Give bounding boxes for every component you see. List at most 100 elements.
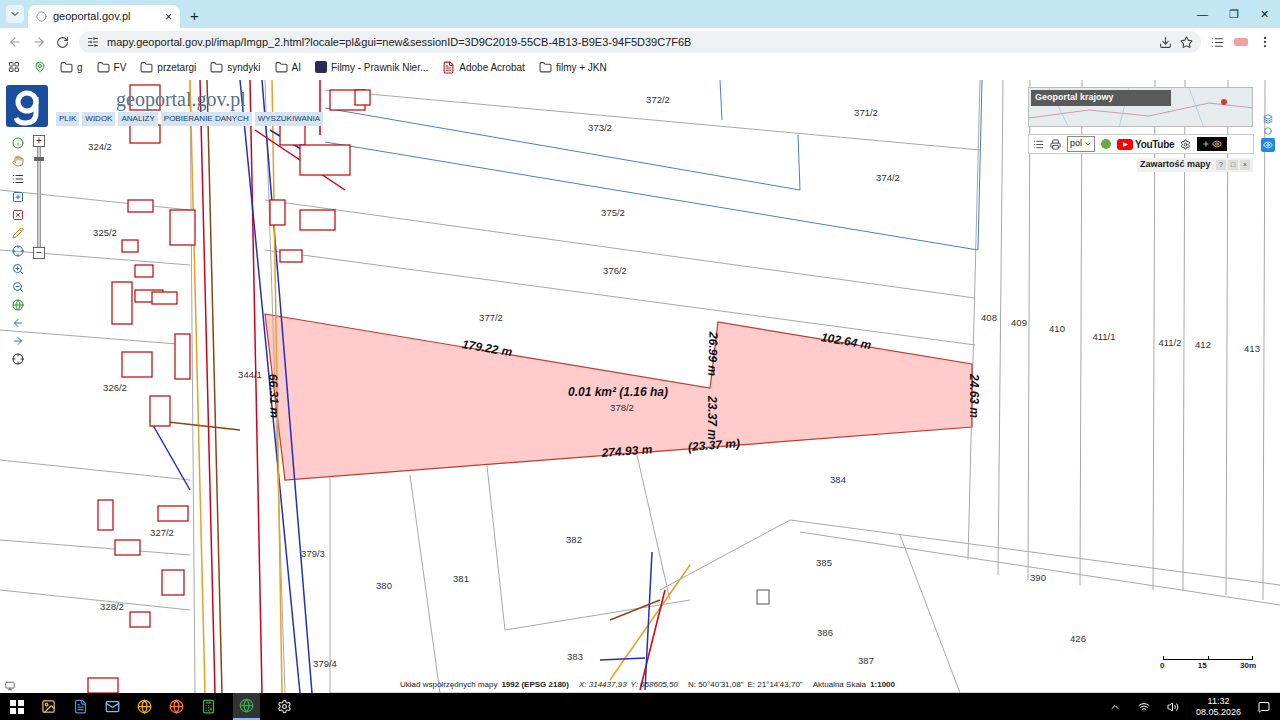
tab-title: geoportal.gov.pl (53, 8, 159, 25)
back-icon[interactable] (8, 35, 22, 49)
measurement-label: 179.22 m (461, 337, 514, 359)
left-toolbar (12, 137, 24, 365)
status-icon[interactable] (5, 681, 15, 691)
pan-icon[interactable] (12, 155, 24, 167)
app-icon[interactable] (41, 699, 56, 714)
dot-icon[interactable] (1264, 127, 1272, 135)
zoning-boundary (325, 142, 978, 250)
help-dot[interactable] (1101, 139, 1111, 149)
clock[interactable]: 11:3208.05.2026 (1196, 696, 1241, 718)
zoom-out-icon[interactable] (12, 281, 24, 293)
parcel-label: 386 (817, 627, 833, 638)
info-icon[interactable] (12, 137, 24, 149)
youtube-link[interactable]: YouTube (1117, 137, 1174, 152)
window-control[interactable]: — (1187, 6, 1218, 23)
bookmark[interactable]: FV (97, 60, 127, 75)
legend-icon[interactable] (1033, 139, 1044, 150)
notification-icon[interactable] (1258, 701, 1270, 713)
window-control[interactable]: ✕ (1249, 6, 1280, 23)
go-button[interactable] (1197, 137, 1227, 151)
tab-bar: geoportal.gov.pl × + —❐✕ (0, 0, 1280, 28)
parcel-boundary (0, 250, 190, 265)
list-icon[interactable] (12, 173, 24, 185)
maps-icon[interactable] (34, 61, 46, 73)
app-icon[interactable] (105, 699, 120, 714)
reload-icon[interactable] (56, 36, 69, 49)
windows-start-icon[interactable] (10, 700, 24, 714)
menu-icon[interactable] (1258, 35, 1272, 49)
parcel-label: 411/1 (1092, 331, 1115, 342)
coordinates-icon[interactable] (12, 245, 24, 257)
menu-item[interactable]: WYSZUKIWANIA (255, 112, 323, 126)
menu-item[interactable]: PLIK (56, 112, 79, 126)
bookmark[interactable]: Filmy - Prawnik Nier... (315, 60, 428, 75)
address-field[interactable]: mapy.geoportal.gov.pl/imap/Imgp_2.html?l… (79, 31, 1201, 53)
scale-bar: 01530m (1160, 656, 1256, 672)
remove-layer-icon[interactable] (12, 209, 24, 221)
browser-tab[interactable]: geoportal.gov.pl × (28, 5, 180, 28)
eye-button[interactable] (1261, 138, 1275, 152)
tab-close[interactable]: × (165, 11, 172, 23)
zoom-thumb[interactable] (34, 157, 44, 161)
forward-icon[interactable] (32, 35, 46, 49)
globe-icon[interactable] (12, 299, 24, 311)
chrome-icon[interactable] (137, 699, 152, 714)
full-extent-icon[interactable] (12, 353, 24, 365)
panel-button[interactable]: × (1240, 160, 1250, 170)
zoom-slider[interactable] (37, 147, 41, 247)
parcel-boundary (1028, 80, 1030, 580)
map-content-panel: Zawartość mapy?□× (1137, 158, 1253, 172)
window-control[interactable]: ❐ (1218, 6, 1249, 23)
bookmark[interactable]: syndyki (210, 60, 260, 75)
zoom-in-icon[interactable] (12, 263, 24, 275)
media-icon[interactable] (1211, 36, 1224, 49)
menu-item[interactable]: POBIERANIE DANYCH (161, 112, 252, 126)
menu-item[interactable]: ANALIZY (118, 112, 157, 126)
app-icon[interactable] (73, 699, 88, 714)
panel-button[interactable]: □ (1228, 160, 1238, 170)
profile-icon[interactable] (1234, 38, 1248, 46)
overview-map[interactable]: Geoportal krajowy (1028, 87, 1253, 127)
panel-button[interactable]: ? (1216, 160, 1226, 170)
add-layer-icon[interactable] (12, 191, 24, 203)
pencil-icon[interactable] (12, 227, 24, 239)
zoom-in-button[interactable]: + (33, 135, 45, 147)
firefox-icon[interactable] (169, 699, 184, 714)
settings-icon[interactable] (1180, 139, 1191, 150)
parcel-boundary (800, 532, 1280, 605)
map-area[interactable]: 372/2371/2373/2374/2375/2376/2377/2378/2… (0, 78, 1280, 693)
bookmark[interactable]: przetargi (140, 60, 196, 75)
measurement-label: 102.64 m (820, 330, 873, 352)
utility-line (610, 600, 660, 620)
tab-list-button[interactable] (6, 5, 24, 23)
network-icon[interactable] (1138, 701, 1150, 713)
new-tab-button[interactable]: + (190, 8, 199, 23)
print-icon[interactable] (1050, 139, 1061, 150)
tray-expand-icon[interactable] (1109, 701, 1121, 713)
layers-icon[interactable] (1263, 114, 1273, 124)
scale-tick: 0 (1160, 660, 1164, 672)
geoportal-logo-icon[interactable] (6, 85, 48, 127)
apps-icon[interactable] (8, 61, 20, 73)
zoom-out-button[interactable]: − (33, 247, 45, 259)
eye-icon (1263, 140, 1273, 150)
next-view-icon[interactable] (12, 335, 24, 347)
volume-icon[interactable] (1167, 701, 1179, 713)
app-icon[interactable] (201, 699, 216, 714)
bookmark[interactable]: g (60, 60, 83, 75)
bookmark[interactable]: Adobe Acrobat (442, 60, 525, 75)
language-select[interactable]: pol (1067, 136, 1095, 152)
parcel-label: 327/2 (150, 527, 174, 538)
active-app[interactable] (233, 693, 260, 720)
app-icon[interactable] (277, 699, 292, 714)
menu-item[interactable]: WIDOK (82, 112, 115, 126)
selected-parcel[interactable] (265, 314, 972, 480)
install-icon[interactable] (1159, 36, 1172, 49)
bookmark[interactable]: filmy + JKN (539, 60, 607, 75)
previous-view-icon[interactable] (12, 317, 24, 329)
utility-line (190, 80, 205, 693)
site-info-icon[interactable] (87, 36, 99, 48)
map-canvas[interactable]: 372/2371/2373/2374/2375/2376/2377/2378/2… (0, 78, 1280, 693)
bookmark-star-icon[interactable] (1180, 36, 1193, 49)
bookmark[interactable]: AI (275, 60, 301, 75)
